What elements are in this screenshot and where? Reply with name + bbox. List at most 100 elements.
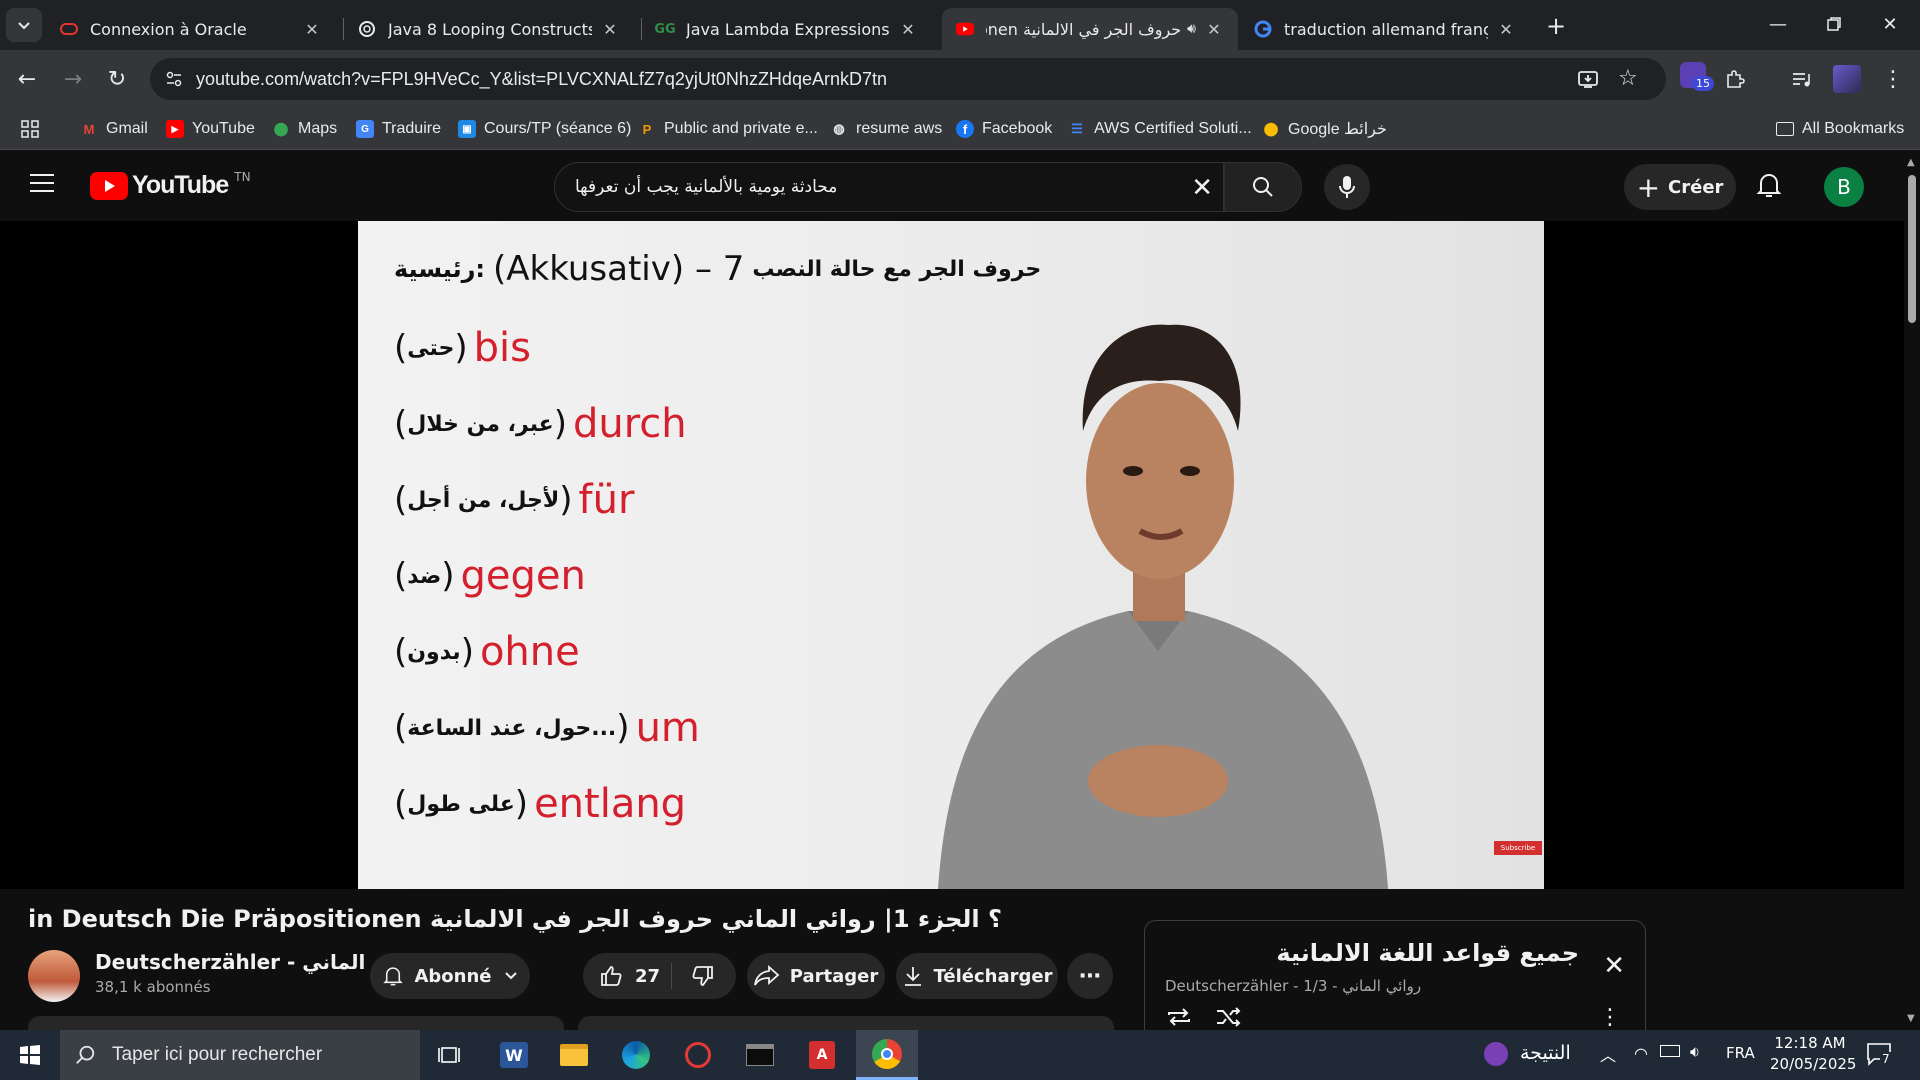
hamburger-menu-button[interactable] — [30, 173, 54, 197]
tab-search-button[interactable] — [6, 8, 42, 42]
video-player[interactable]: رئيسية: (Akkusativ) – 7 حروف الجر مع حال… — [0, 221, 1904, 889]
restore-button[interactable] — [1812, 6, 1856, 42]
bookmark-aws-certified[interactable]: ☰ AWS Certified Soluti... — [1068, 118, 1252, 140]
tab-oracle[interactable]: Connexion à Oracle ✕ — [46, 8, 336, 50]
share-button[interactable]: Partager — [747, 953, 885, 999]
bookmark-google-maps-ar[interactable]: ⬤ Google خرائط — [1262, 118, 1387, 140]
avatar — [1833, 65, 1861, 93]
bookmark-youtube[interactable]: ▶ YouTube — [166, 118, 255, 140]
forward-button[interactable]: → — [56, 62, 90, 96]
playlist-title[interactable]: جميع قواعد اللغة الالمانية — [1276, 939, 1579, 967]
tab-java-looping[interactable]: Java 8 Looping Constructs ✕ — [344, 8, 634, 50]
close-icon[interactable]: ✕ — [898, 20, 918, 39]
word-app[interactable]: W — [484, 1030, 544, 1080]
scroll-up-icon[interactable]: ▲ — [1907, 157, 1915, 168]
media-control-button[interactable] — [1784, 62, 1818, 96]
chrome-app[interactable] — [856, 1030, 918, 1080]
clear-search-icon[interactable]: ✕ — [1191, 173, 1213, 203]
subscribed-button[interactable]: Abonné — [370, 953, 530, 999]
watermark-label: Subscribe — [1500, 844, 1536, 852]
back-button[interactable]: ← — [10, 62, 44, 96]
close-icon[interactable]: ✕ — [302, 20, 322, 39]
weather-text[interactable]: النتيجة — [1520, 1042, 1571, 1064]
star-icon[interactable]: ☆ — [1618, 66, 1638, 91]
notifications-button[interactable] — [1756, 171, 1782, 203]
bookmark-maps[interactable]: ⬤ Maps — [272, 118, 337, 140]
bookmark-label: Facebook — [982, 120, 1053, 137]
address-bar[interactable]: youtube.com/watch?v=FPL9HVeCc_Y&list=PLV… — [150, 58, 1666, 100]
chevron-up-icon[interactable]: ︿ — [1600, 1042, 1616, 1066]
close-icon[interactable]: ✕ — [1496, 20, 1516, 39]
youtube-logo[interactable]: YouTube TN — [90, 170, 251, 200]
like-button[interactable]: 27 — [583, 964, 671, 988]
bookmark-facebook[interactable]: f Facebook — [956, 118, 1052, 140]
wifi-icon[interactable]: ◠ — [1634, 1044, 1648, 1063]
voice-search-button[interactable] — [1324, 164, 1370, 210]
file-explorer-app[interactable] — [544, 1030, 604, 1080]
reload-icon: ↻ — [107, 66, 127, 92]
close-icon[interactable]: ✕ — [600, 20, 620, 39]
terminal-app[interactable] — [730, 1030, 790, 1080]
dislike-button[interactable] — [672, 964, 734, 988]
page-scrollbar[interactable]: ▲ ▼ — [1904, 151, 1920, 1031]
maps-icon: ⬤ — [1263, 121, 1279, 136]
gmail-icon: M — [83, 121, 95, 137]
clock[interactable]: 12:18 AM 20/05/2025 — [1770, 1033, 1856, 1075]
minimize-button[interactable]: — — [1756, 6, 1800, 42]
loop-button[interactable] — [1165, 1005, 1193, 1033]
bookmark-label: Gmail — [106, 120, 148, 137]
close-icon: ✕ — [1603, 951, 1625, 981]
download-button[interactable]: Télécharger — [896, 953, 1058, 999]
acrobat-app[interactable]: A — [792, 1030, 852, 1080]
task-view-button[interactable] — [420, 1030, 480, 1080]
scrollbar-thumb[interactable] — [1908, 175, 1916, 323]
extension-avatar[interactable]: 15 — [1680, 62, 1714, 94]
tab-google-translate[interactable]: traduction allemand français - G ✕ — [1240, 8, 1530, 50]
edge-app[interactable] — [606, 1030, 666, 1080]
tab-java-lambda[interactable]: GG Java Lambda Expressions | Geek ✕ — [642, 8, 932, 50]
bookmark-translate[interactable]: G Traduire — [356, 118, 441, 140]
chrome-menu-button[interactable]: ⋮ — [1876, 62, 1910, 96]
search-icon — [76, 1045, 95, 1064]
weather-icon[interactable] — [1484, 1042, 1508, 1066]
description-box[interactable] — [28, 1016, 564, 1030]
extensions-button[interactable] — [1718, 62, 1752, 96]
apps-button[interactable] — [20, 118, 40, 140]
close-window-button[interactable]: ✕ — [1868, 6, 1912, 42]
more-actions-button[interactable]: ⋯ — [1067, 953, 1113, 999]
chevron-down-icon — [18, 22, 30, 30]
speaker-icon[interactable]: 🔊︎ — [1187, 21, 1196, 37]
all-bookmarks-button[interactable]: All Bookmarks — [1776, 118, 1904, 140]
battery-icon[interactable] — [1660, 1045, 1680, 1057]
video-frame[interactable]: رئيسية: (Akkusativ) – 7 حروف الجر مع حال… — [358, 221, 1544, 889]
shuffle-button[interactable] — [1215, 1005, 1243, 1033]
volume-icon[interactable]: 🔉︎ — [1690, 1042, 1700, 1062]
search-input[interactable]: محادثة يومية بالألمانية يجب أن تعرفها ✕ — [554, 162, 1224, 212]
search-button[interactable] — [1224, 162, 1302, 212]
youtube-icon — [956, 20, 974, 38]
profile-button[interactable] — [1830, 62, 1864, 96]
close-icon[interactable]: ✕ — [1204, 20, 1224, 39]
account-avatar[interactable]: B — [1824, 167, 1864, 207]
new-tab-button[interactable]: + — [1534, 8, 1578, 44]
scroll-down-icon[interactable]: ▼ — [1907, 1013, 1915, 1024]
reload-button[interactable]: ↻ — [100, 62, 134, 96]
comments-preview[interactable] — [578, 1016, 1114, 1030]
bookmark-resume-aws[interactable]: ◍ resume aws — [830, 118, 942, 140]
close-playlist-button[interactable]: ✕ — [1603, 951, 1625, 981]
playlist-menu-button[interactable]: ⋮ — [1599, 1005, 1621, 1030]
language-indicator[interactable]: FRA — [1726, 1044, 1755, 1062]
red-app[interactable] — [668, 1030, 728, 1080]
channel-avatar[interactable] — [28, 950, 80, 1002]
subscribe-watermark[interactable]: Subscribe — [1494, 841, 1542, 855]
taskbar-search[interactable]: Taper ici pour rechercher — [60, 1030, 420, 1080]
bookmark-gmail[interactable]: M Gmail — [80, 118, 148, 140]
install-app-icon[interactable] — [1576, 67, 1600, 95]
notifications-button[interactable]: 7 — [1866, 1042, 1892, 1070]
create-button[interactable]: + Créer — [1624, 164, 1736, 210]
tab-youtube-active[interactable]: حروف الجر في الالمانية onen 🔊︎ ✕ — [942, 8, 1238, 50]
bookmark-classroom[interactable]: ▣ Cours/TP (séance 6) — [458, 118, 631, 140]
bookmark-public-private[interactable]: P Public and private e... — [638, 118, 818, 140]
site-info-icon[interactable] — [164, 69, 184, 93]
start-button[interactable] — [0, 1030, 60, 1080]
